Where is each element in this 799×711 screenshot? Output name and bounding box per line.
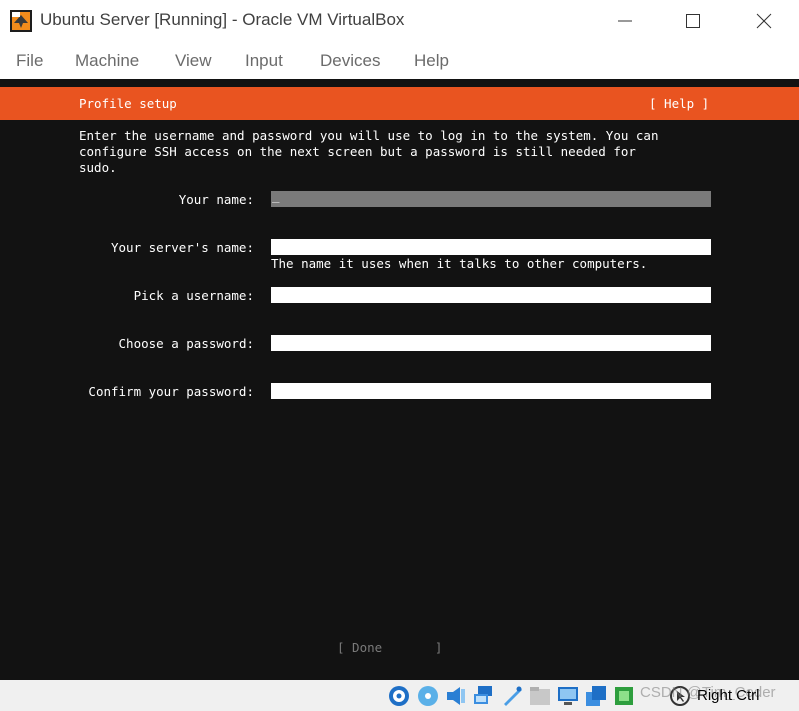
- intro-text: Enter the username and password you will…: [79, 128, 659, 175]
- server-name-field[interactable]: [271, 239, 711, 255]
- close-icon: [756, 13, 772, 29]
- server-name-label: Your server's name:: [111, 240, 254, 255]
- audio-icon[interactable]: [444, 684, 468, 708]
- display-icon[interactable]: [556, 684, 580, 708]
- username-field[interactable]: [271, 287, 711, 303]
- done-button[interactable]: [ Done ]: [337, 640, 442, 656]
- installer-header: Profile setup [ Help ]: [0, 87, 799, 120]
- title-bar: Ubuntu Server [Running] - Oracle VM Virt…: [0, 0, 799, 42]
- menu-bar: File Machine View Input Devices Help: [0, 42, 799, 79]
- network-icon[interactable]: [472, 684, 496, 708]
- maximize-button[interactable]: [670, 0, 716, 42]
- text-cursor: _: [272, 188, 280, 203]
- password-field[interactable]: [271, 335, 711, 351]
- help-button[interactable]: [ Help ]: [649, 96, 709, 112]
- window-title: Ubuntu Server [Running] - Oracle VM Virt…: [40, 10, 405, 29]
- menu-devices[interactable]: Devices: [320, 51, 380, 71]
- close-button[interactable]: [741, 0, 787, 42]
- menu-file[interactable]: File: [16, 51, 43, 71]
- menu-help[interactable]: Help: [414, 51, 449, 71]
- minimize-icon: [618, 20, 632, 22]
- confirm-password-field[interactable]: [271, 383, 711, 399]
- hard-disk-icon[interactable]: [387, 684, 411, 708]
- usb-icon[interactable]: [500, 684, 524, 708]
- minimize-button[interactable]: [602, 0, 648, 42]
- vm-display[interactable]: Profile setup [ Help ] Enter the usernam…: [0, 79, 799, 680]
- virtualbox-icon: [10, 10, 32, 32]
- menu-view[interactable]: View: [175, 51, 212, 71]
- shared-folders-icon[interactable]: [528, 684, 552, 708]
- server-name-hint: The name it uses when it talks to other …: [271, 256, 648, 271]
- recording-icon[interactable]: [584, 684, 608, 708]
- your-name-label: Your name:: [178, 192, 254, 207]
- cpu-icon[interactable]: [612, 684, 636, 708]
- password-label: Choose a password:: [118, 336, 254, 351]
- maximize-icon: [686, 14, 700, 28]
- optical-drive-icon[interactable]: [416, 684, 440, 708]
- menu-machine[interactable]: Machine: [75, 51, 139, 71]
- menu-input[interactable]: Input: [245, 51, 283, 71]
- status-bar: CSDN @Tim_Coder Right Ctrl: [0, 680, 799, 711]
- username-label: Pick a username:: [133, 288, 254, 303]
- host-key-label: Right Ctrl: [697, 687, 760, 704]
- your-name-field[interactable]: [271, 191, 711, 207]
- confirm-password-label: Confirm your password:: [88, 384, 254, 399]
- page-title: Profile setup: [79, 96, 177, 111]
